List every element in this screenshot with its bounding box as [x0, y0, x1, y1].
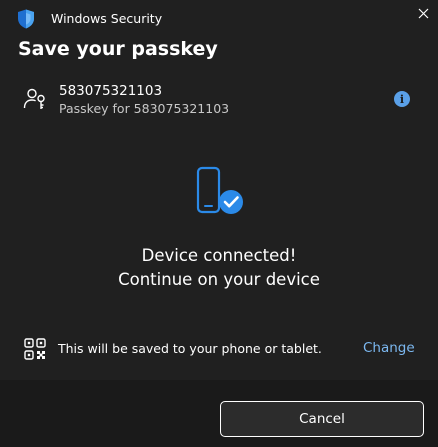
person-key-icon [23, 88, 45, 109]
dialog-footer: Cancel [0, 380, 438, 447]
cancel-button[interactable]: Cancel [220, 401, 424, 437]
save-location-row: This will be saved to your phone or tabl… [0, 334, 438, 364]
change-link[interactable]: Change [363, 340, 415, 356]
status-line-1: Device connected! [141, 246, 297, 265]
title-bar: Windows Security [0, 0, 438, 36]
info-icon[interactable]: i [394, 91, 410, 107]
close-icon [418, 8, 428, 18]
account-name: 583075321103 [59, 83, 163, 99]
app-title: Windows Security [51, 11, 163, 26]
account-subtitle: Passkey for 583075321103 [59, 101, 230, 116]
passkey-dialog: Windows Security Save your passkey 58307… [0, 0, 438, 447]
status-line-2: Continue on your device [118, 270, 320, 289]
save-location-text: This will be saved to your phone or tabl… [58, 341, 322, 356]
account-row: 583075321103 Passkey for 583075321103 i [0, 78, 438, 122]
phone-check-icon [196, 166, 243, 214]
page-title: Save your passkey [18, 38, 218, 60]
windows-security-shield-icon [18, 9, 34, 29]
close-button[interactable] [410, 2, 436, 24]
qr-code-icon [24, 338, 46, 360]
